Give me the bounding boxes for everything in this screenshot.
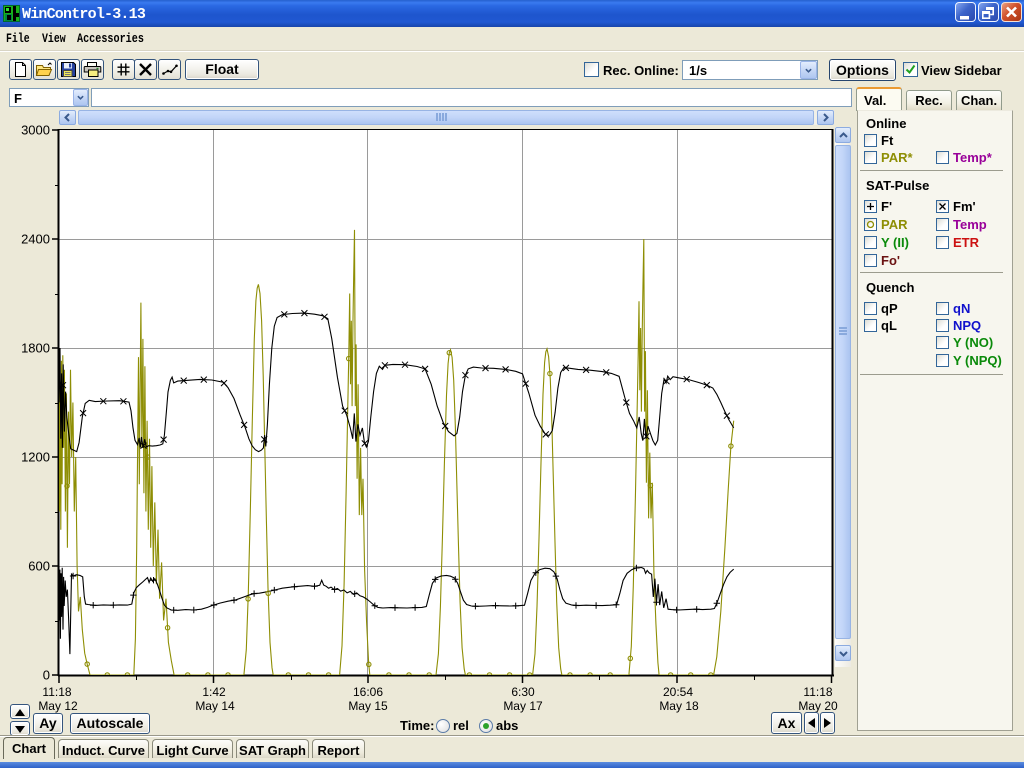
svg-text:600: 600 xyxy=(28,559,50,574)
svg-text:May 15: May 15 xyxy=(348,699,388,713)
svg-text:May 18: May 18 xyxy=(659,699,699,713)
svg-text:1:42: 1:42 xyxy=(202,685,226,699)
svg-text:11:18: 11:18 xyxy=(42,685,71,699)
svg-text:11:18: 11:18 xyxy=(803,685,832,699)
svg-text:0: 0 xyxy=(43,668,50,683)
svg-text:May 14: May 14 xyxy=(195,699,235,713)
svg-text:6:30: 6:30 xyxy=(511,685,535,699)
svg-text:3000: 3000 xyxy=(21,123,50,138)
svg-text:May 12: May 12 xyxy=(38,699,78,713)
svg-text:1200: 1200 xyxy=(21,450,50,465)
svg-text:1800: 1800 xyxy=(21,341,50,356)
svg-text:2400: 2400 xyxy=(21,232,50,247)
svg-text:May 17: May 17 xyxy=(503,699,543,713)
svg-text:16:06: 16:06 xyxy=(353,685,383,699)
svg-text:20:54: 20:54 xyxy=(663,685,693,699)
svg-text:May 20: May 20 xyxy=(798,699,838,713)
